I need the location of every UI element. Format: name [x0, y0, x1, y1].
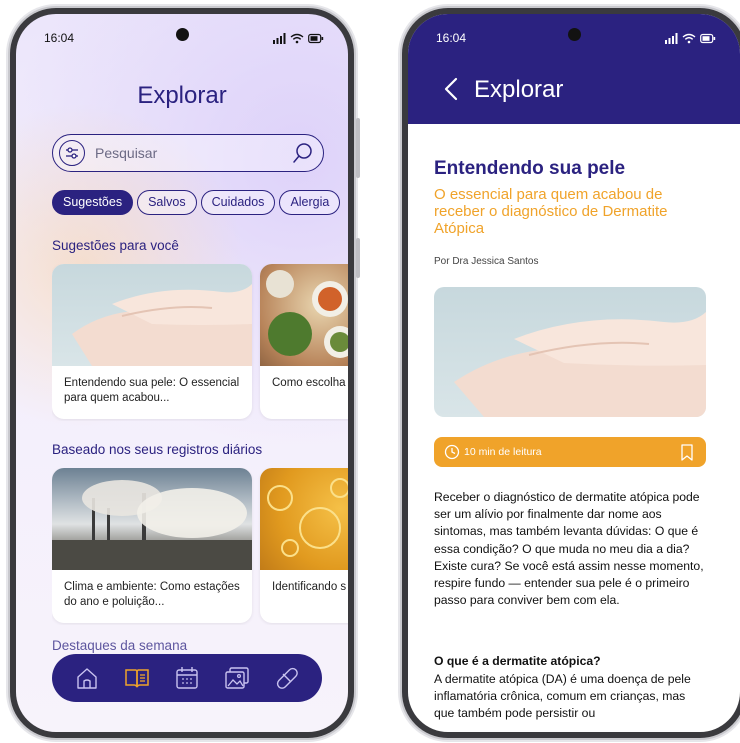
card-text: Clima e ambiente: Como estações do ano e… — [64, 581, 240, 608]
front-camera — [568, 28, 581, 41]
book-icon[interactable] — [120, 661, 154, 695]
card-text: Como escolha podem influer — [272, 377, 348, 389]
header-title: Explorar — [474, 76, 564, 103]
filter-icon[interactable] — [59, 140, 85, 166]
reading-time-bar: 10 min de leitura — [434, 437, 706, 467]
article-card[interactable]: Entendendo sua pele: O essencial para qu… — [52, 264, 252, 419]
article-heading: O que é a dermatite atópica? — [434, 654, 601, 668]
wifi-icon — [682, 33, 696, 43]
article-card[interactable]: Como escolha podem influer — [260, 264, 348, 419]
article-author: Por Dra Jessica Santos — [434, 256, 539, 267]
chip-alergia[interactable]: Alergia — [279, 190, 341, 215]
bookmark-icon[interactable] — [680, 444, 694, 461]
battery-icon — [308, 33, 324, 43]
card-text: Entendendo sua pele: O essencial para qu… — [64, 377, 240, 404]
article-subtitle: O essencial para quem acabou de receber … — [434, 186, 668, 237]
phone-article: 16:04 Explorar Entendendo sua pele O ess… — [402, 8, 740, 738]
article-screen: 16:04 Explorar Entendendo sua pele O ess… — [408, 14, 740, 732]
wifi-icon — [290, 33, 304, 43]
reading-time: 10 min de leitura — [464, 446, 542, 458]
daily-carousel: Clima e ambiente: Como estações do ano e… — [52, 468, 348, 625]
calendar-icon[interactable] — [170, 661, 204, 695]
article-paragraph: Receber o diagnóstico de dermatite atópi… — [434, 490, 704, 608]
section-title-highlights: Destaques da semana — [52, 638, 188, 653]
pill-icon[interactable] — [270, 661, 304, 695]
article-card[interactable]: Clima e ambiente: Como estações do ano e… — [52, 468, 252, 623]
filter-chips: Sugestões Salvos Cuidados Alergia — [52, 190, 348, 216]
section-title-suggestions: Sugestões para você — [52, 238, 179, 253]
front-camera — [176, 28, 189, 41]
clock-icon — [444, 444, 460, 460]
volume-button — [356, 118, 360, 178]
article-title: Entendendo sua pele — [434, 158, 626, 179]
article-header: 16:04 Explorar — [408, 14, 740, 124]
section-title-daily: Baseado nos seus registros diários — [52, 442, 263, 457]
status-time: 16:04 — [44, 31, 75, 45]
hands-cream-image — [434, 287, 706, 417]
search-input[interactable]: Pesquisar — [95, 145, 157, 161]
gallery-icon[interactable] — [220, 661, 254, 695]
search-bar[interactable]: Pesquisar — [52, 134, 324, 172]
bottom-navigation — [52, 654, 322, 702]
article-paragraph: A dermatite atópica (DA) é uma doença de… — [434, 672, 691, 721]
card-text: Identificando s irritam sua pe — [272, 581, 348, 593]
chip-salvos[interactable]: Salvos — [137, 190, 197, 215]
page-title: Explorar — [137, 82, 227, 109]
search-icon[interactable] — [291, 141, 315, 165]
signal-icon — [665, 32, 678, 44]
article-content: Entendendo sua pele O essencial para que… — [408, 124, 740, 732]
back-arrow-icon[interactable] — [442, 77, 460, 101]
chip-cuidados[interactable]: Cuidados — [200, 190, 276, 215]
home-icon[interactable] — [70, 661, 104, 695]
power-button — [356, 238, 360, 278]
phone-explore: 16:04 Explorar Pesquisar Sugestões Salvos… — [10, 8, 360, 738]
signal-icon — [273, 32, 286, 44]
explore-screen: 16:04 Explorar Pesquisar Sugestões Salvos… — [16, 14, 348, 732]
food-bowls-image — [260, 264, 348, 366]
hands-cream-image — [52, 264, 252, 366]
article-card[interactable]: Identificando s irritam sua pe — [260, 468, 348, 623]
oil-bubbles-image — [260, 468, 348, 570]
suggestions-carousel: Entendendo sua pele: O essencial para qu… — [52, 264, 348, 421]
chip-sugestoes[interactable]: Sugestões — [52, 190, 134, 215]
battery-icon — [700, 33, 716, 43]
factory-smoke-image — [52, 468, 252, 570]
status-time: 16:04 — [436, 31, 467, 45]
